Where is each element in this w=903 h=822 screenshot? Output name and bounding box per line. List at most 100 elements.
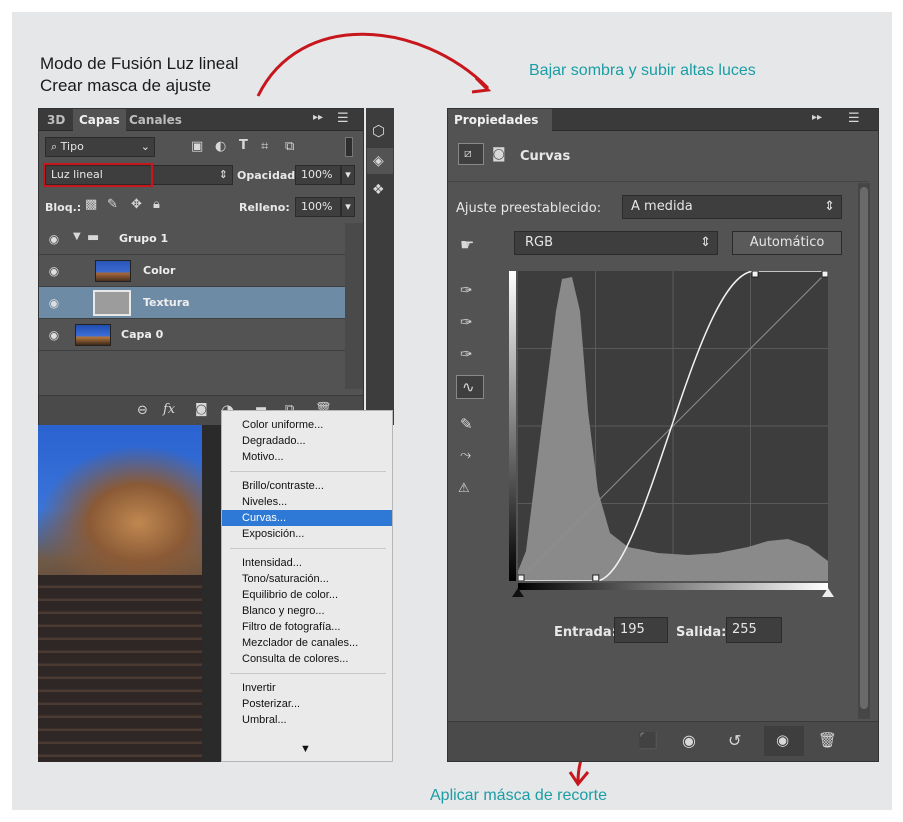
opacity-field[interactable]: 100% — [295, 165, 341, 185]
dock-layers-active[interactable]: ◈ — [367, 148, 393, 174]
output-gradient-bar — [509, 271, 516, 581]
layers-panel: 3D Capas Canales ▸▸ ☰ ⌕ Tipo ⌄ ▣ ◐ T ⌗ ⧉… — [38, 108, 364, 425]
filter-toggle[interactable] — [345, 137, 353, 157]
channel-select[interactable]: RGB ⇕ — [514, 231, 718, 255]
lock-move-icon[interactable]: ✥ — [131, 197, 142, 212]
visibility-eye-icon[interactable]: ◉ — [47, 296, 61, 310]
fill-dropdown[interactable]: ▾ — [341, 197, 355, 217]
menu-item[interactable]: Brillo/contraste... — [222, 478, 392, 494]
add-mask-icon[interactable]: ◙ — [195, 402, 208, 417]
lock-transparent-icon[interactable]: ▩ — [85, 197, 97, 212]
clipping-warning-icon[interactable]: ⚠ — [458, 481, 470, 496]
black-input-slider[interactable] — [512, 588, 524, 597]
menu-item[interactable]: Equilibrio de color... — [222, 587, 392, 603]
output-field[interactable]: 255 — [726, 617, 782, 643]
tab-layers[interactable]: Capas — [73, 109, 126, 131]
menu-item[interactable]: Filtro de fotografía... — [222, 619, 392, 635]
fill-field[interactable]: 100% — [295, 197, 341, 217]
menu-item[interactable]: Intensidad... — [222, 555, 392, 571]
menu-item[interactable]: Color uniforme... — [222, 417, 392, 433]
pencil-draw-icon[interactable]: ✎ — [460, 415, 473, 433]
visibility-eye-icon[interactable]: ◉ — [47, 328, 61, 342]
3d-cube-icon[interactable]: ⬡ — [372, 122, 385, 140]
smooth-curve-icon[interactable]: ⤳ — [460, 447, 471, 463]
annotation-adjustment-mask: Crear masca de ajuste — [40, 76, 212, 95]
curves-adjustment-icon[interactable]: ⧄ — [458, 143, 484, 165]
menu-scroll-down-icon[interactable]: ▼ — [300, 743, 311, 755]
menu-item[interactable]: Niveles... — [222, 494, 392, 510]
menu-item[interactable]: Umbral... — [222, 712, 392, 728]
filter-shape-icon[interactable]: ⌗ — [261, 139, 268, 154]
annotation-curves-hint: Bajar sombra y subir altas luces — [529, 62, 756, 79]
filter-adjustment-icon[interactable]: ◐ — [215, 139, 226, 154]
tab-3d[interactable]: 3D — [41, 109, 71, 131]
layers-scroll-track[interactable] — [345, 223, 363, 389]
disclosure-triangle-icon[interactable]: ▼ — [73, 231, 81, 242]
auto-button[interactable]: Automático — [732, 231, 842, 255]
visibility-eye-icon[interactable]: ◉ — [47, 264, 61, 278]
menu-item[interactable]: Blanco y negro... — [222, 603, 392, 619]
panel-menu-icon[interactable]: ☰ — [848, 111, 860, 126]
lock-all-icon[interactable]: 🔒︎ — [153, 197, 160, 212]
fill-label: Relleno: — [239, 201, 290, 214]
preset-select[interactable]: A medida ⇕ — [622, 195, 842, 219]
tab-channels[interactable]: Canales — [123, 109, 188, 131]
layer-name: Textura — [143, 296, 190, 309]
white-point-eyedropper-icon[interactable]: ✑ — [460, 345, 473, 363]
white-input-slider[interactable] — [822, 588, 834, 597]
filter-smartobject-icon[interactable]: ⧉ — [285, 139, 294, 154]
link-layers-icon[interactable]: ⊖ — [137, 403, 148, 418]
properties-scroll-thumb[interactable] — [860, 187, 868, 709]
channels-icon[interactable]: ❖ — [372, 182, 385, 198]
lock-brush-icon[interactable]: ✎ — [107, 197, 118, 212]
menu-item[interactable]: Motivo... — [222, 449, 392, 465]
view-previous-state-icon[interactable]: ◉ — [682, 731, 696, 750]
menu-item[interactable]: Consulta de colores... — [222, 651, 392, 667]
input-field[interactable]: 195 — [614, 617, 668, 643]
collapse-icon[interactable]: ▸▸ — [812, 112, 822, 123]
layer-thumbnail — [75, 324, 111, 346]
layer-name: Color — [143, 264, 176, 277]
tab-properties[interactable]: Propiedades — [448, 109, 552, 131]
curve-wave-icon: ∿ — [462, 378, 475, 396]
adjustment-layer-menu: Color uniforme... Degradado... Motivo... Br… — [221, 410, 393, 762]
curve-control-point — [751, 270, 759, 278]
on-image-adjust-hand-icon[interactable]: ☛ — [460, 235, 474, 254]
layers-stack-icon: ◈ — [373, 153, 384, 169]
filter-pixel-icon[interactable]: ▣ — [191, 139, 203, 154]
menu-item[interactable]: Exposición... — [222, 526, 392, 542]
opacity-dropdown[interactable]: ▾ — [341, 165, 355, 185]
properties-scroll-track[interactable] — [858, 183, 870, 719]
layer-row-textura[interactable]: ◉ Textura — [39, 287, 345, 319]
fx-button[interactable]: fx — [163, 402, 175, 417]
menu-item[interactable]: Tono/saturación... — [222, 571, 392, 587]
curves-graph[interactable] — [517, 270, 829, 582]
visibility-toggle[interactable]: ◉ — [764, 726, 804, 756]
search-icon: ⌕ — [51, 140, 61, 153]
black-point-eyedropper-icon[interactable]: ✑ — [460, 281, 473, 299]
layer-row-color[interactable]: ◉ Color — [39, 255, 345, 287]
reset-icon[interactable]: ↺ — [728, 731, 741, 750]
filter-kind-value: Tipo — [60, 140, 84, 153]
clip-to-layer-icon[interactable]: ⬛ — [638, 731, 658, 750]
curves-graph-svg — [517, 270, 829, 582]
curve-point-tool[interactable]: ∿ — [456, 375, 484, 399]
menu-item[interactable]: Degradado... — [222, 433, 392, 449]
layer-row-grupo-1[interactable]: ◉ ▼ ▬ Grupo 1 — [39, 223, 345, 255]
visibility-eye-icon[interactable]: ◉ — [47, 232, 61, 246]
layer-row-capa-0[interactable]: ◉ Capa 0 — [39, 319, 345, 351]
trash-icon[interactable]: 🗑︎ — [818, 731, 837, 749]
annotation-blend-mode: Modo de Fusión Luz lineal — [40, 54, 239, 73]
menu-item[interactable]: Curvas... — [222, 510, 392, 526]
photo-edge — [202, 425, 221, 762]
panel-menu-icon[interactable]: ☰ — [337, 111, 349, 126]
filter-kind-select[interactable]: ⌕ Tipo ⌄ — [45, 137, 155, 157]
folder-icon: ▬ — [87, 230, 100, 245]
menu-item[interactable]: Mezclador de canales... — [222, 635, 392, 651]
menu-item[interactable]: Posterizar... — [222, 696, 392, 712]
menu-item[interactable]: Invertir — [222, 680, 392, 696]
filter-type-icon[interactable]: T — [239, 138, 248, 153]
collapse-icon[interactable]: ▸▸ — [313, 112, 323, 123]
gray-point-eyedropper-icon[interactable]: ✑ — [460, 313, 473, 331]
mask-icon[interactable]: ◙ — [492, 146, 506, 162]
